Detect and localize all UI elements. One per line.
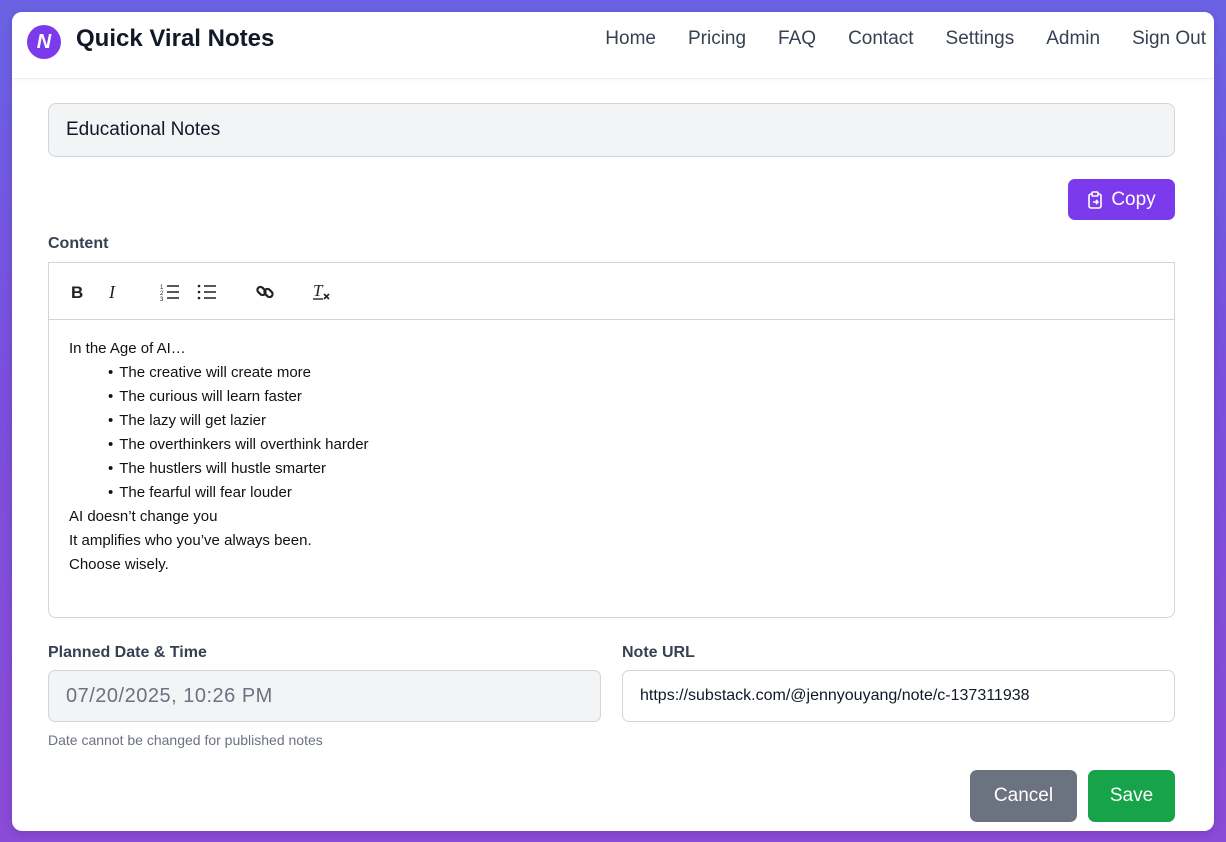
- copy-button[interactable]: Copy: [1068, 179, 1175, 220]
- save-button[interactable]: Save: [1088, 770, 1175, 822]
- nav-sign-out[interactable]: Sign Out: [1132, 27, 1206, 51]
- content-line: AI doesn’t change you: [69, 508, 218, 525]
- brand-name[interactable]: Quick Viral Notes: [76, 24, 274, 54]
- ordered-list-icon[interactable]: 1 2 3: [159, 280, 181, 304]
- date-label: Planned Date & Time: [48, 644, 207, 661]
- svg-text:T: T: [313, 282, 324, 300]
- clear-format-icon[interactable]: T: [311, 280, 333, 304]
- list-item: The fearful will fear louder: [108, 481, 1154, 505]
- svg-text:3: 3: [160, 297, 164, 301]
- date-input: 07/20/2025, 10:26 PM: [48, 670, 601, 722]
- nav-pricing[interactable]: Pricing: [688, 27, 746, 51]
- content-line: It amplifies who you’ve always been.: [69, 532, 312, 549]
- list-item: The creative will create more: [108, 361, 1154, 385]
- logo[interactable]: N: [27, 25, 61, 59]
- content-bullet-list: The creative will create more The curiou…: [69, 361, 1154, 505]
- list-item: The hustlers will hustle smarter: [108, 457, 1154, 481]
- navbar: N Quick Viral Notes Home Pricing FAQ Con…: [12, 12, 1214, 79]
- note-url-input[interactable]: https://substack.com/@jennyouyang/note/c…: [622, 670, 1175, 722]
- content-label: Content: [48, 235, 109, 252]
- nav-links: Home Pricing FAQ Contact Settings Admin …: [573, 27, 1206, 51]
- clipboard-icon: [1087, 190, 1103, 209]
- note-title-input[interactable]: Educational Notes: [48, 103, 1175, 157]
- nav-settings[interactable]: Settings: [946, 27, 1015, 51]
- cancel-button[interactable]: Cancel: [970, 770, 1077, 822]
- copy-button-label: Copy: [1111, 188, 1156, 210]
- nav-faq[interactable]: FAQ: [778, 27, 816, 51]
- svg-text:I: I: [108, 284, 116, 300]
- content-editor[interactable]: In the Age of AI… The creative will crea…: [48, 319, 1175, 618]
- nav-admin[interactable]: Admin: [1046, 27, 1100, 51]
- date-hint: Date cannot be changed for published not…: [48, 732, 323, 748]
- editor-toolbar: B I 1 2 3 T: [48, 262, 1175, 319]
- bullet-list-icon[interactable]: [196, 280, 218, 304]
- url-label: Note URL: [622, 644, 695, 661]
- content-intro: In the Age of AI…: [69, 340, 186, 357]
- link-icon[interactable]: [254, 280, 276, 304]
- bold-icon[interactable]: B: [67, 280, 87, 304]
- list-item: The overthinkers will overthink harder: [108, 433, 1154, 457]
- content-line: Choose wisely.: [69, 556, 169, 573]
- nav-contact[interactable]: Contact: [848, 27, 913, 51]
- italic-icon[interactable]: I: [104, 280, 124, 304]
- list-item: The lazy will get lazier: [108, 409, 1154, 433]
- svg-text:B: B: [71, 284, 83, 300]
- app-window: N Quick Viral Notes Home Pricing FAQ Con…: [12, 12, 1214, 831]
- list-item: The curious will learn faster: [108, 385, 1154, 409]
- nav-home[interactable]: Home: [605, 27, 656, 51]
